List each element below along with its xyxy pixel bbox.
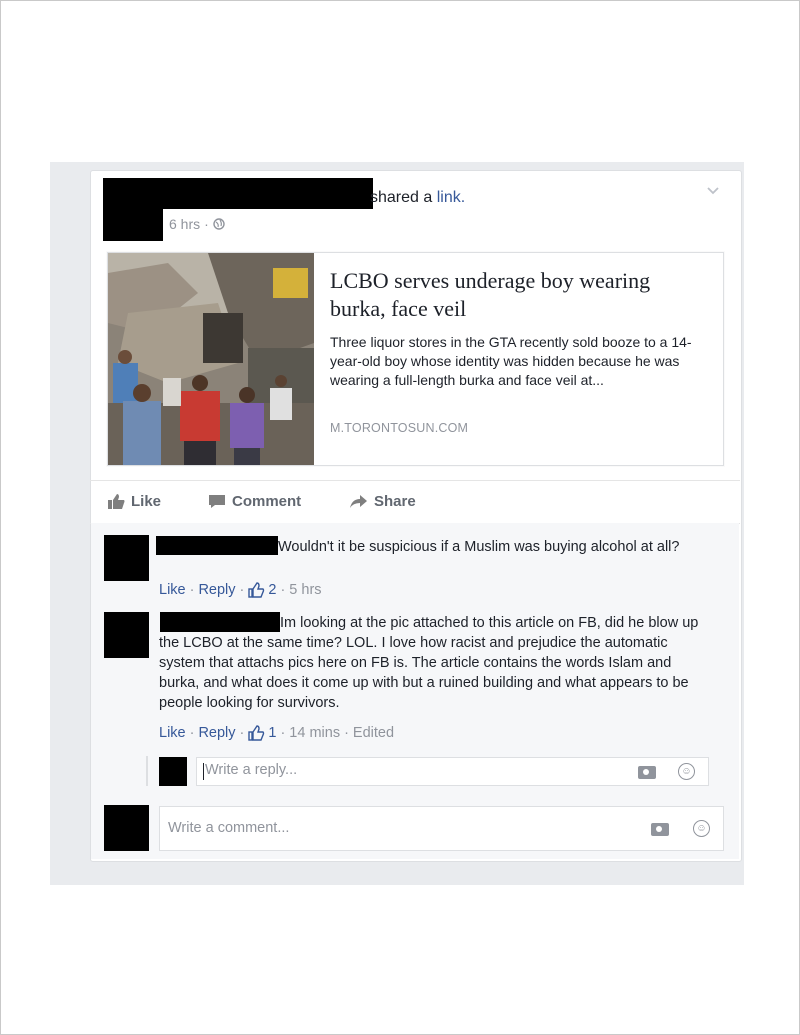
reply-placeholder: Write a reply... — [205, 762, 298, 778]
comment-meta: Like · Reply · 2 · 5 hrs — [159, 582, 322, 598]
share-icon — [350, 494, 367, 508]
comment-input[interactable]: Write a comment... ☺ — [159, 806, 724, 851]
reply-thread-line — [146, 756, 148, 786]
like-count-thumb-icon — [248, 582, 265, 598]
shared-text: shared a — [370, 189, 433, 206]
preview-description: Three liquor stores in the GTA recently … — [330, 334, 692, 388]
comment-icon — [209, 495, 225, 508]
comment-time[interactable]: 14 mins — [289, 725, 340, 741]
commenter-avatar-redacted — [104, 612, 149, 658]
globe-icon[interactable] — [213, 218, 225, 230]
camera-icon[interactable] — [651, 823, 669, 836]
commenter-avatar-redacted — [104, 535, 149, 581]
shared-link[interactable]: link. — [437, 189, 465, 206]
post-meta: 6 hrs · — [169, 216, 225, 232]
comment-button[interactable]: Comment — [208, 493, 301, 510]
comment-like-link[interactable]: Like — [159, 582, 186, 598]
comment-like-count[interactable]: 1 — [268, 725, 276, 741]
share-button[interactable]: Share — [350, 493, 416, 510]
preview-image — [108, 253, 314, 465]
comment-edited[interactable]: Edited — [353, 725, 394, 741]
thumbs-up-icon — [108, 494, 125, 509]
comment-body: Wouldn't it be suspicious if a Muslim wa… — [278, 539, 680, 555]
comment-like-count[interactable]: 2 — [268, 582, 276, 598]
reply-input[interactable]: Write a reply... ☺ — [196, 757, 709, 786]
comment-reply-link[interactable]: Reply — [198, 582, 235, 598]
camera-icon[interactable] — [638, 766, 656, 779]
like-count-thumb-icon — [248, 725, 265, 741]
post-timestamp[interactable]: 6 hrs — [169, 216, 200, 232]
comment-body: Im looking at the pic attached to this a… — [159, 615, 699, 711]
text-cursor — [203, 763, 204, 780]
link-preview[interactable]: LCBO serves underage boy wearing burka, … — [107, 252, 724, 466]
viewer-avatar-redacted — [104, 805, 149, 851]
comment-placeholder: Write a comment... — [168, 820, 290, 836]
preview-domain: M.TORONTOSUN.COM — [330, 421, 469, 435]
emoji-icon[interactable]: ☺ — [678, 763, 695, 780]
comment-reply-link[interactable]: Reply — [198, 725, 235, 741]
emoji-icon[interactable]: ☺ — [693, 820, 710, 837]
comment-meta: Like · Reply · 1 · 14 mins · Edited — [159, 725, 395, 741]
comment-time[interactable]: 5 hrs — [289, 582, 321, 598]
name-redacted — [160, 178, 373, 209]
post-header: shared a link. — [370, 189, 465, 207]
like-button[interactable]: Like — [108, 493, 161, 510]
post-actions: Like Comment Share — [90, 480, 740, 524]
comment-like-link[interactable]: Like — [159, 725, 186, 741]
preview-title[interactable]: LCBO serves underage boy wearing burka, … — [330, 267, 710, 323]
chevron-down-icon[interactable] — [706, 186, 720, 196]
avatar-redacted — [103, 178, 163, 241]
reply-avatar-redacted — [159, 757, 187, 786]
